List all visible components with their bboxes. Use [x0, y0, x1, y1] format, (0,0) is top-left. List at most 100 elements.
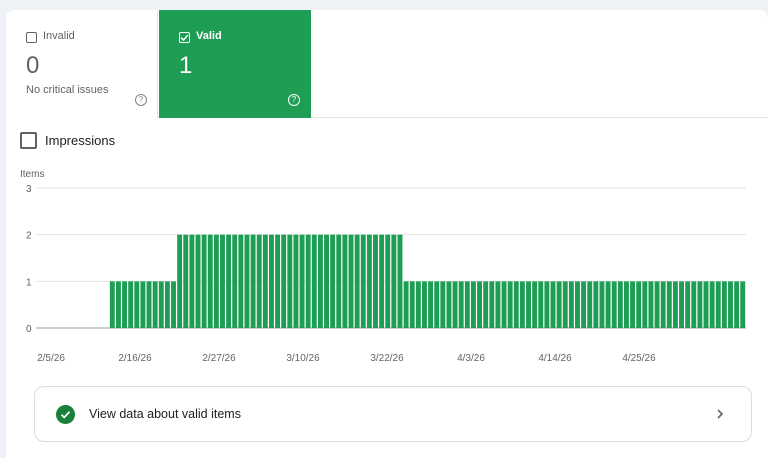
bar: [617, 281, 623, 328]
bar: [740, 281, 746, 328]
bar: [171, 281, 176, 328]
bar: [648, 281, 654, 328]
bar: [409, 281, 415, 328]
bar: [256, 234, 262, 328]
checkmark-icon: [180, 34, 189, 42]
bar: [581, 281, 587, 328]
bar: [293, 234, 299, 328]
bar: [715, 281, 721, 328]
bar: [703, 281, 709, 328]
report-card: Invalid 0 No critical issues ? Valid 1 ?…: [6, 10, 768, 458]
help-icon[interactable]: ?: [288, 94, 300, 106]
x-tick-label: 3/10/26: [286, 353, 320, 364]
bar: [422, 281, 427, 328]
bar: [348, 234, 354, 328]
bar: [158, 281, 164, 328]
x-tick-label: 3/22/26: [370, 353, 404, 364]
bar: [550, 281, 556, 328]
impressions-checkbox[interactable]: [20, 132, 37, 149]
bar: [385, 234, 391, 328]
bar: [262, 234, 268, 328]
chevron-right-icon: [717, 409, 724, 419]
bar: [275, 234, 281, 328]
help-icon[interactable]: ?: [135, 94, 147, 106]
bar: [587, 281, 593, 328]
bar: [666, 281, 672, 328]
y-tick-label: 2: [26, 231, 32, 242]
invalid-description: No critical issues: [26, 84, 109, 96]
bar: [281, 234, 287, 328]
bar: [513, 281, 519, 328]
bar: [599, 281, 605, 328]
bar: [366, 234, 372, 328]
bar: [623, 281, 629, 328]
bar: [317, 234, 323, 328]
items-chart: Items 0 1 2 3 2/5/26 2/16/26 2/27/26 3/10/26 3/22…: [20, 169, 746, 364]
bar: [544, 281, 550, 328]
status-tiles: Invalid 0 No critical issues ? Valid 1 ?: [6, 10, 768, 118]
bar: [568, 281, 574, 328]
x-tick-label: 2/5/26: [37, 353, 65, 364]
bar: [709, 281, 715, 328]
bar: [483, 281, 489, 328]
invalid-tile[interactable]: Invalid 0 No critical issues ?: [6, 10, 158, 118]
bar: [440, 281, 446, 328]
bar: [721, 281, 727, 328]
bar: [122, 281, 128, 328]
bar: [207, 234, 213, 328]
impressions-label: Impressions: [45, 133, 116, 148]
bar: [342, 234, 348, 328]
view-valid-items-button[interactable]: View data about valid items: [34, 386, 752, 442]
valid-checkbox[interactable]: [179, 32, 190, 43]
x-tick-label: 2/27/26: [202, 353, 236, 364]
bar: [519, 281, 525, 328]
bar: [526, 281, 531, 328]
bar: [183, 234, 189, 328]
bar: [654, 281, 660, 328]
bar: [575, 281, 580, 328]
bar: [697, 281, 703, 328]
bar: [691, 281, 697, 328]
bar: [115, 281, 121, 328]
bar: [164, 281, 170, 328]
bar: [244, 234, 250, 328]
bar: [642, 281, 648, 328]
bar: [593, 281, 599, 328]
bar: [268, 234, 274, 328]
bar: [434, 281, 440, 328]
y-axis-label: Items: [20, 169, 44, 180]
bar: [287, 234, 293, 328]
bar: [152, 281, 158, 328]
x-tick-label: 4/3/26: [457, 353, 485, 364]
bar: [391, 234, 397, 328]
invalid-checkbox[interactable]: [26, 32, 37, 43]
bar: [238, 234, 244, 328]
bar: [605, 281, 611, 328]
bar: [360, 234, 366, 328]
bar: [452, 281, 458, 328]
bar: [195, 234, 201, 328]
bar: [109, 281, 115, 328]
x-tick-label: 2/16/26: [118, 353, 152, 364]
bar: [336, 234, 342, 328]
bar: [232, 234, 238, 328]
bar: [501, 281, 507, 328]
bar: [311, 234, 317, 328]
bar: [140, 281, 146, 328]
bar: [189, 234, 195, 328]
bar: [507, 281, 513, 328]
bar: [636, 281, 642, 328]
bar: [397, 234, 403, 328]
y-tick-label: 3: [26, 184, 32, 195]
bar: [446, 281, 452, 328]
check-circle-icon: [56, 405, 75, 424]
valid-tile[interactable]: Valid 1 ?: [159, 10, 311, 118]
bar: [734, 281, 740, 328]
bar: [679, 281, 684, 328]
view-valid-items-label: View data about valid items: [89, 407, 241, 421]
bar: [458, 281, 464, 328]
bar: [672, 281, 678, 328]
valid-label: Valid: [196, 30, 222, 42]
bar: [630, 281, 636, 328]
valid-count: 1: [179, 52, 193, 79]
